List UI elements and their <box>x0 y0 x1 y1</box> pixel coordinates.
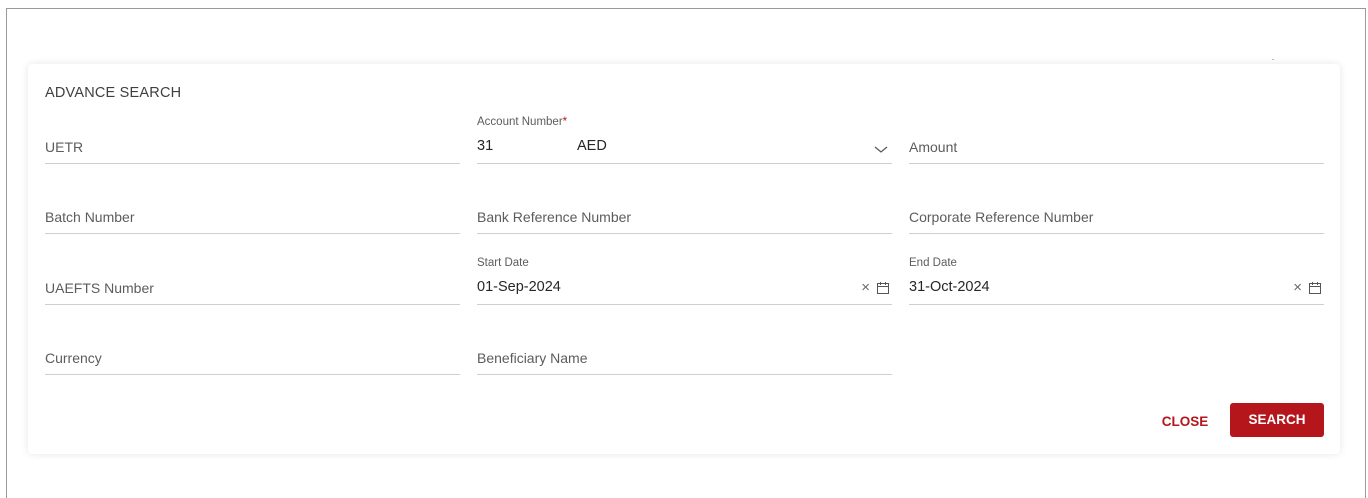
chevron-down-icon[interactable] <box>874 144 888 154</box>
uaefts-number-field[interactable]: UAEFTS Number <box>45 257 460 305</box>
close-icon[interactable]: × <box>861 280 870 295</box>
start-date-value: 01-Sep-2024 <box>477 279 561 295</box>
batch-number-label: Batch Number <box>45 209 135 225</box>
panel-title: ADVANCE SEARCH <box>45 85 182 101</box>
account-number-select[interactable]: Account Number* 31 AED <box>477 116 892 164</box>
calendar-icon[interactable] <box>876 281 890 295</box>
uetr-label: UETR <box>45 139 84 155</box>
account-currency-value: AED <box>577 138 607 154</box>
bank-reference-number-field[interactable]: Bank Reference Number <box>477 186 892 234</box>
currency-label: Currency <box>45 350 102 366</box>
end-date-label: End Date <box>909 257 957 269</box>
advance-search-panel: ADVANCE SEARCH UETR Account Number* 31 A… <box>28 64 1340 454</box>
end-date-field[interactable]: End Date 31-Oct-2024 × <box>909 257 1324 305</box>
start-date-label: Start Date <box>477 257 529 269</box>
search-button[interactable]: SEARCH <box>1230 403 1324 437</box>
batch-number-field[interactable]: Batch Number <box>45 186 460 234</box>
corporate-reference-number-field[interactable]: Corporate Reference Number <box>909 186 1324 234</box>
calendar-icon[interactable] <box>1308 281 1322 295</box>
account-number-value: 31 <box>477 138 494 154</box>
account-number-label: Account Number* <box>477 116 568 128</box>
corporate-reference-number-label: Corporate Reference Number <box>909 209 1094 225</box>
amount-field[interactable]: Amount <box>909 116 1324 164</box>
beneficiary-name-field[interactable]: Beneficiary Name <box>477 327 892 375</box>
uaefts-number-label: UAEFTS Number <box>45 280 154 296</box>
beneficiary-name-label: Beneficiary Name <box>477 350 588 366</box>
end-date-value: 31-Oct-2024 <box>909 279 990 295</box>
close-button[interactable]: CLOSE <box>1154 406 1216 438</box>
divider <box>1272 59 1274 60</box>
close-icon[interactable]: × <box>1293 280 1302 295</box>
required-mark: * <box>562 116 568 128</box>
currency-field[interactable]: Currency <box>45 327 460 375</box>
amount-label: Amount <box>909 139 958 155</box>
uetr-field[interactable]: UETR <box>45 116 460 164</box>
start-date-field[interactable]: Start Date 01-Sep-2024 × <box>477 257 892 305</box>
bank-reference-number-label: Bank Reference Number <box>477 209 632 225</box>
